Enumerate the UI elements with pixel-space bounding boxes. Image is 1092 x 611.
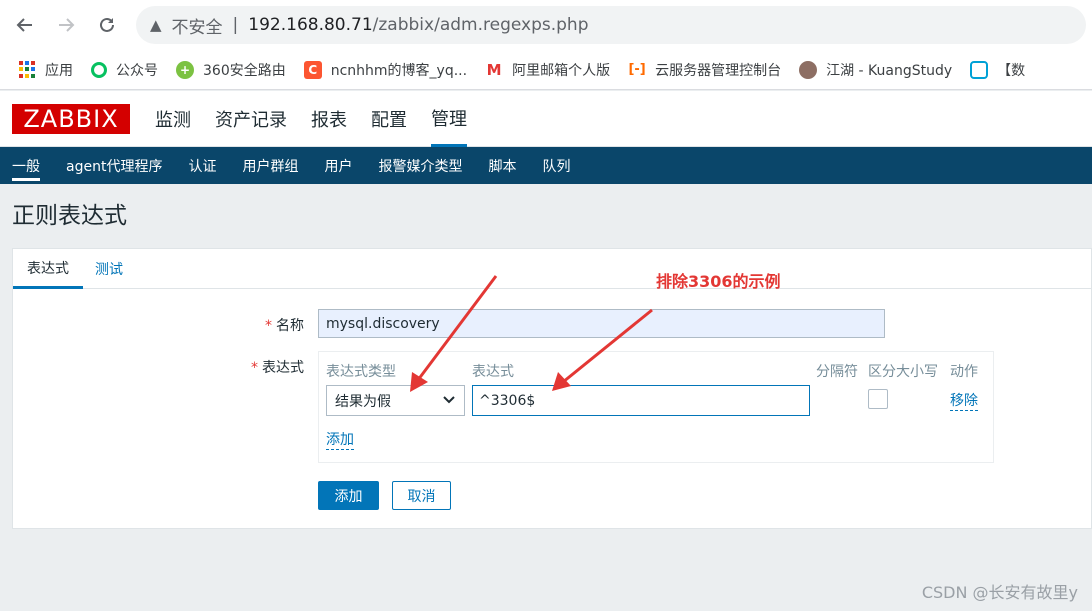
expressions-table: 表达式类型 表达式 分隔符 区分大小写 动作 结果为假 ^3306$ 移除 添加 — [318, 351, 994, 463]
aliyun-mail-icon: M — [486, 60, 502, 79]
col-header-case-sensitive: 区分大小写 — [868, 364, 938, 380]
remove-expression-link[interactable]: 移除 — [950, 390, 978, 411]
cancel-button[interactable]: 取消 — [392, 481, 451, 510]
expression-input[interactable]: ^3306$ — [472, 385, 810, 416]
col-header-delimiter: 分隔符 — [816, 364, 858, 380]
col-header-action: 动作 — [950, 364, 978, 380]
menu-configuration[interactable]: 配置 — [371, 91, 407, 147]
sub-menu: 一般 agent代理程序 认证 用户群组 用户 报警媒介类型 脚本 队列 — [0, 147, 1092, 184]
col-header-type: 表达式类型 — [326, 364, 396, 380]
form-tabs: 表达式 测试 — [13, 249, 1091, 289]
forward-button[interactable] — [53, 12, 79, 38]
reload-button[interactable] — [94, 12, 120, 38]
regexp-form-panel: 表达式 测试 * 名称 mysql.discovery * 表达式 表达式类型 表达… — [12, 248, 1092, 529]
360-icon: + — [176, 60, 194, 79]
case-sensitive-checkbox[interactable] — [868, 389, 888, 409]
zabbix-logo[interactable]: ZABBIX — [12, 104, 130, 134]
app-header: ZABBIX 监测 资产记录 报表 配置 管理 — [0, 91, 1092, 147]
name-input[interactable]: mysql.discovery — [318, 309, 885, 338]
expression-type-select[interactable]: 结果为假 — [326, 385, 465, 416]
name-label-text: 名称 — [276, 318, 304, 334]
add-expression-link[interactable]: 添加 — [326, 429, 354, 450]
required-asterisk: * — [251, 360, 258, 376]
bookmark-label: 云服务器管理控制台 — [655, 62, 782, 79]
submenu-scripts[interactable]: 脚本 — [488, 147, 516, 184]
bookmark-kuangstudy[interactable]: 江湖 - KuangStudy — [799, 60, 952, 80]
submenu-users[interactable]: 用户 — [324, 147, 352, 184]
bookmark-wechat[interactable]: 公众号 — [91, 60, 158, 80]
bilibili-icon — [970, 60, 989, 79]
bookmark-apps[interactable]: 应用 — [18, 60, 73, 80]
apps-grid-icon — [18, 60, 36, 79]
bookmark-csdn-blog[interactable]: C ncnhhm的博客_yq... — [303, 60, 468, 80]
menu-inventory[interactable]: 资产记录 — [215, 91, 287, 147]
browser-toolbar: ▲ 不安全 | 192.168.80.71 /zabbix/adm.regexp… — [0, 0, 1092, 50]
wechat-icon — [91, 61, 107, 78]
bookmark-bilibili[interactable]: 【数 — [970, 60, 1025, 80]
watermark-text: CSDN @长安有故里y — [921, 583, 1078, 602]
col-header-expression: 表达式 — [472, 364, 514, 380]
avatar-icon — [799, 60, 818, 79]
aliyun-icon: [-] — [628, 62, 646, 77]
bookmark-label: ncnhhm的博客_yq... — [330, 62, 468, 79]
insecure-label: 不安全 — [171, 17, 223, 38]
menu-administration[interactable]: 管理 — [431, 91, 467, 147]
required-asterisk: * — [265, 318, 272, 334]
main-menu: 监测 资产记录 报表 配置 管理 — [155, 91, 491, 147]
annotation-text: 排除3306的示例 — [656, 272, 781, 291]
expression-type-value: 结果为假 — [335, 393, 391, 410]
submenu-queue[interactable]: 队列 — [542, 147, 570, 184]
reload-icon — [100, 17, 114, 32]
submenu-media-types[interactable]: 报警媒介类型 — [378, 147, 462, 184]
expression-label-text: 表达式 — [262, 360, 304, 376]
back-button[interactable] — [12, 12, 38, 38]
submenu-proxies[interactable]: agent代理程序 — [66, 147, 162, 184]
bookmark-label: 公众号 — [116, 62, 158, 79]
address-separator: | — [232, 15, 239, 35]
url-path: /zabbix/adm.regexps.php — [372, 15, 589, 35]
url-host: 192.168.80.71 — [248, 15, 373, 35]
add-button[interactable]: 添加 — [318, 481, 379, 510]
tab-test[interactable]: 测试 — [95, 249, 123, 289]
submenu-user-groups[interactable]: 用户群组 — [242, 147, 298, 184]
bookmark-360[interactable]: + 360安全路由 — [176, 60, 286, 80]
warning-triangle-icon: ▲ — [150, 16, 162, 34]
bookmark-label: 应用 — [45, 62, 73, 79]
bookmark-ali-mail[interactable]: M 阿里邮箱个人版 — [485, 60, 610, 80]
address-bar[interactable]: ▲ 不安全 | 192.168.80.71 /zabbix/adm.regexp… — [136, 6, 1086, 44]
bookmark-label: 阿里邮箱个人版 — [512, 62, 611, 79]
csdn-icon: C — [303, 60, 322, 79]
menu-monitoring[interactable]: 监测 — [155, 91, 191, 147]
bookmark-aliyun-console[interactable]: [-] 云服务器管理控制台 — [628, 60, 781, 80]
chevron-down-icon — [442, 392, 456, 410]
expression-field-label: * 表达式 — [251, 357, 304, 377]
bookmarks-bar: 应用 公众号 + 360安全路由 C ncnhhm的博客_yq... M 阿里邮… — [0, 50, 1092, 90]
submenu-authentication[interactable]: 认证 — [188, 147, 216, 184]
arrow-left-icon — [16, 18, 32, 32]
page-title: 正则表达式 — [12, 203, 127, 229]
bookmark-label: 江湖 - KuangStudy — [826, 62, 953, 79]
arrow-right-icon — [59, 18, 75, 32]
name-field-label: * 名称 — [265, 315, 304, 335]
bookmark-label: 360安全路由 — [203, 62, 286, 79]
menu-reports[interactable]: 报表 — [311, 91, 347, 147]
tab-expressions[interactable]: 表达式 — [13, 249, 83, 289]
bookmark-label: 【数 — [997, 62, 1026, 79]
submenu-general[interactable]: 一般 — [12, 147, 40, 184]
